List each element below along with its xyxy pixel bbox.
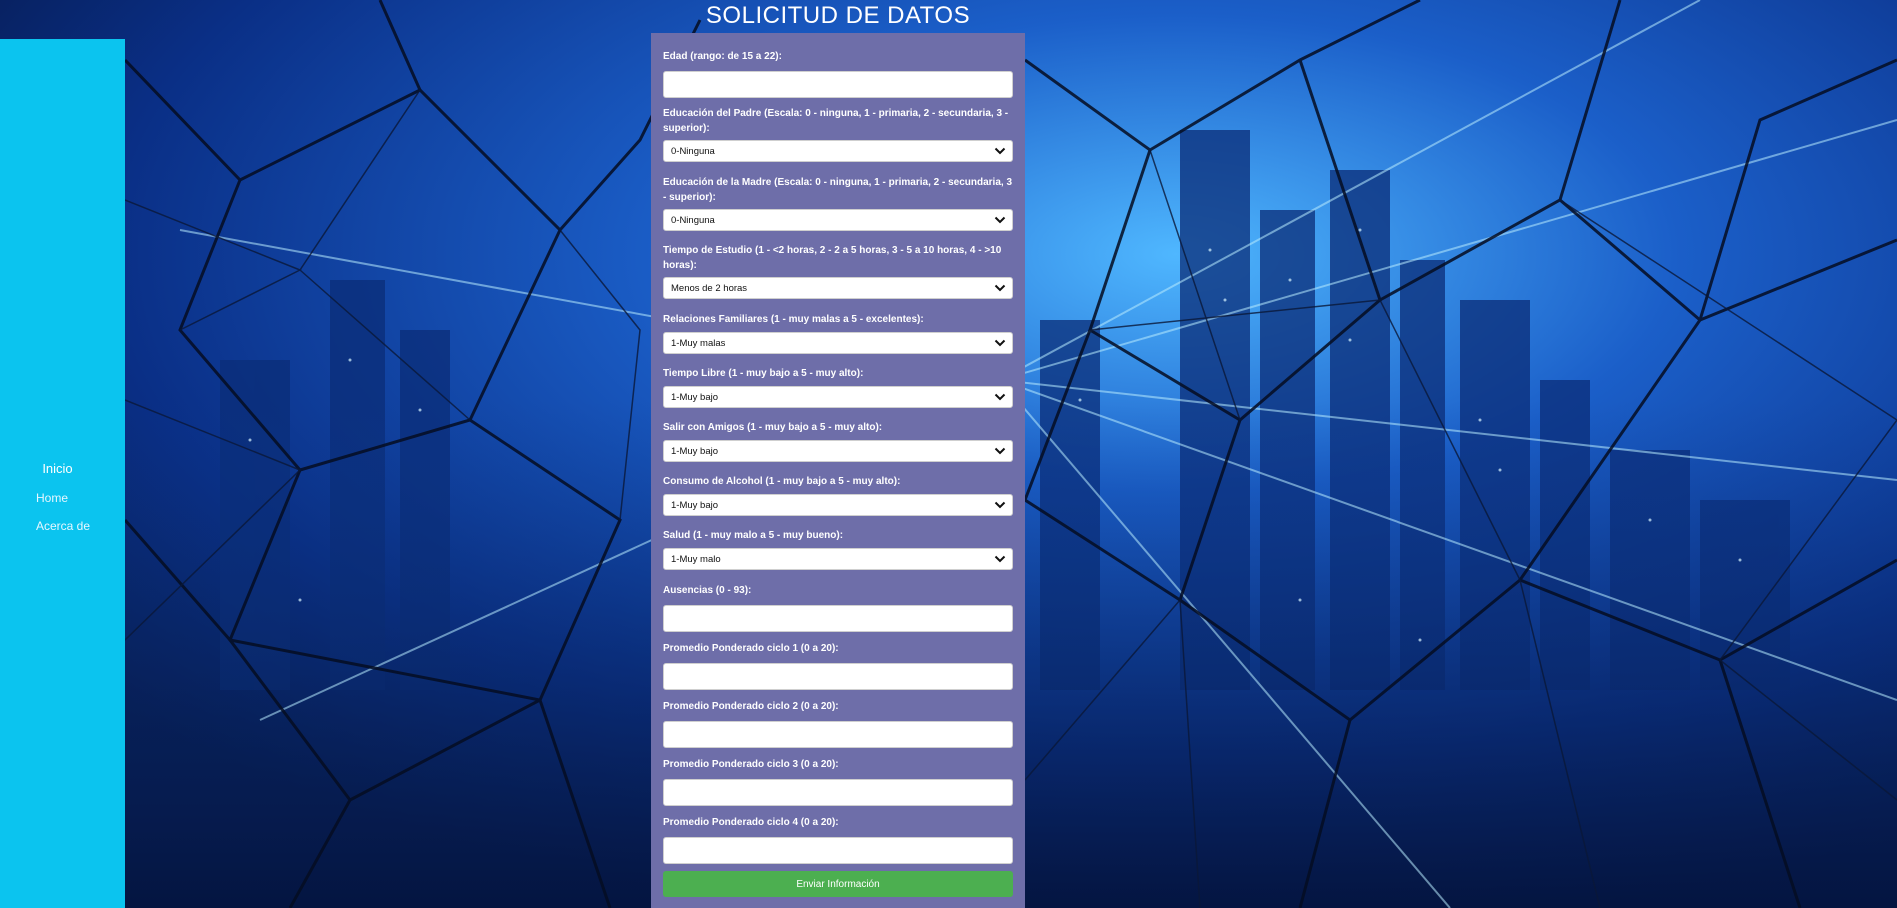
promedio-ciclo-4-input[interactable] <box>663 836 1013 864</box>
select-value: Menos de 2 horas <box>671 283 748 294</box>
field-ausencias: Ausencias (0 - 93): <box>663 584 1013 632</box>
field-promedio-ciclo-2: Promedio Ponderado ciclo 2 (0 a 20): <box>663 700 1013 748</box>
select-value: 0-Ninguna <box>671 215 715 226</box>
tiempo-libre-select[interactable]: 1-Muy bajo <box>663 385 1013 408</box>
field-label: Educación del Padre (Escala: 0 - ninguna… <box>663 108 1009 134</box>
field-label: Tiempo de Estudio (1 - <2 horas, 2 - 2 a… <box>663 245 1002 271</box>
field-promedio-ciclo-1: Promedio Ponderado ciclo 1 (0 a 20): <box>663 642 1013 690</box>
field-educacion-padre: Educación del Padre (Escala: 0 - ninguna… <box>663 107 1013 162</box>
sidebar-title: Inicio <box>42 461 73 476</box>
select-value: 0-Ninguna <box>671 146 715 157</box>
select-value: 1-Muy bajo <box>671 499 718 511</box>
tiempo-estudio-select[interactable]: Menos de 2 horas <box>663 277 1013 299</box>
select-value: 1-Muy bajo <box>671 445 718 457</box>
sidebar: Inicio Home Acerca de <box>0 39 125 908</box>
field-label: Promedio Ponderado ciclo 2 (0 a 20): <box>663 701 839 712</box>
chevron-down-icon <box>994 447 1006 454</box>
field-tiempo-estudio: Tiempo de Estudio (1 - <2 horas, 2 - 2 a… <box>663 244 1013 299</box>
field-label: Salir con Amigos (1 - muy bajo a 5 - muy… <box>663 422 883 433</box>
page-title: SOLICITUD DE DATOS <box>705 2 971 29</box>
field-salud: Salud (1 - muy malo a 5 - muy bueno): 1-… <box>663 529 1013 570</box>
sidebar-item-acerca-de[interactable]: Acerca de <box>36 519 90 533</box>
consumo-alcohol-select[interactable]: 1-Muy bajo <box>663 493 1013 516</box>
chevron-down-icon <box>994 501 1006 508</box>
educacion-padre-select[interactable]: 0-Ninguna <box>663 140 1013 162</box>
select-value: 1-Muy malas <box>671 337 726 349</box>
chevron-down-icon <box>994 216 1006 224</box>
select-value: 1-Muy bajo <box>671 391 718 403</box>
salir-amigos-select[interactable]: 1-Muy bajo <box>663 439 1013 462</box>
field-label: Relaciones Familiares (1 - muy malas a 5… <box>663 314 924 325</box>
field-label: Salud (1 - muy malo a 5 - muy bueno): <box>663 530 844 541</box>
field-label: Edad (rango: de 15 a 22): <box>663 51 782 62</box>
field-label: Promedio Ponderado ciclo 3 (0 a 20): <box>663 759 839 770</box>
promedio-ciclo-2-input[interactable] <box>663 720 1013 748</box>
chevron-down-icon <box>994 339 1006 346</box>
field-label: Educación de la Madre (Escala: 0 - ningu… <box>663 177 1012 203</box>
field-consumo-alcohol: Consumo de Alcohol (1 - muy bajo a 5 - m… <box>663 475 1013 516</box>
ausencias-input[interactable] <box>663 604 1013 632</box>
field-label: Tiempo Libre (1 - muy bajo a 5 - muy alt… <box>663 368 864 379</box>
page: Inicio Home Acerca de SOLICITUD DE DATOS… <box>0 0 1897 908</box>
field-label: Promedio Ponderado ciclo 4 (0 a 20): <box>663 817 839 828</box>
select-value: 1-Muy malo <box>671 553 721 565</box>
field-educacion-madre: Educación de la Madre (Escala: 0 - ningu… <box>663 176 1013 231</box>
promedio-ciclo-3-input[interactable] <box>663 778 1013 806</box>
chevron-down-icon <box>994 555 1006 562</box>
field-edad: Edad (rango: de 15 a 22): <box>663 50 1013 98</box>
salud-select[interactable]: 1-Muy malo <box>663 547 1013 570</box>
field-label: Ausencias (0 - 93): <box>663 585 752 596</box>
field-salir-amigos: Salir con Amigos (1 - muy bajo a 5 - muy… <box>663 421 1013 462</box>
field-promedio-ciclo-3: Promedio Ponderado ciclo 3 (0 a 20): <box>663 758 1013 806</box>
field-label: Promedio Ponderado ciclo 1 (0 a 20): <box>663 643 839 654</box>
promedio-ciclo-1-input[interactable] <box>663 662 1013 690</box>
form-panel: Edad (rango: de 15 a 22): Educación del … <box>651 33 1025 908</box>
edad-input[interactable] <box>663 70 1013 98</box>
chevron-down-icon <box>994 284 1006 292</box>
educacion-madre-select[interactable]: 0-Ninguna <box>663 209 1013 231</box>
field-tiempo-libre: Tiempo Libre (1 - muy bajo a 5 - muy alt… <box>663 367 1013 408</box>
chevron-down-icon <box>994 147 1006 155</box>
field-promedio-ciclo-4: Promedio Ponderado ciclo 4 (0 a 20): <box>663 816 1013 864</box>
sidebar-item-home[interactable]: Home <box>36 491 68 505</box>
field-label: Consumo de Alcohol (1 - muy bajo a 5 - m… <box>663 476 901 487</box>
field-relaciones-familiares: Relaciones Familiares (1 - muy malas a 5… <box>663 313 1013 354</box>
chevron-down-icon <box>994 393 1006 400</box>
submit-button[interactable]: Enviar Información <box>663 871 1013 897</box>
relaciones-familiares-select[interactable]: 1-Muy malas <box>663 331 1013 354</box>
